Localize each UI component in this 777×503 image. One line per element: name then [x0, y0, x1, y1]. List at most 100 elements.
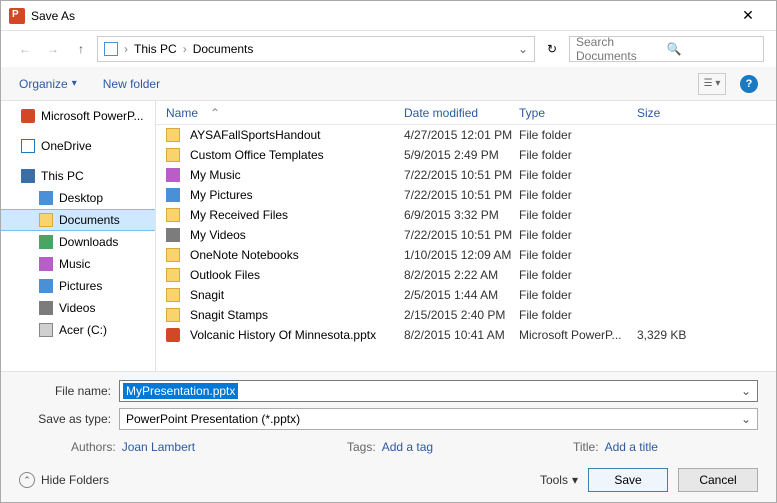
help-button[interactable]: ?: [740, 75, 758, 93]
tree-item[interactable]: Pictures: [1, 275, 155, 297]
list-header[interactable]: Name Date modified Type Size: [156, 101, 776, 125]
save-as-dialog: Save As ✕ ← → ↑ › This PC › Documents ⌄ …: [0, 0, 777, 503]
dl-icon: [39, 235, 53, 249]
tree-item-label: Videos: [59, 301, 95, 315]
od-icon: [21, 139, 35, 153]
tags-label: Tags:: [347, 440, 376, 454]
header-size[interactable]: Size: [637, 106, 776, 120]
file-type: File folder: [519, 188, 637, 202]
desk-icon: [39, 191, 53, 205]
file-name: Volcanic History Of Minnesota.pptx: [190, 328, 376, 342]
tree-item-label: Documents: [59, 213, 120, 227]
tree-item-label: Pictures: [59, 279, 102, 293]
saveastype-label: Save as type:: [19, 412, 111, 426]
list-item[interactable]: Custom Office Templates5/9/2015 2:49 PMF…: [156, 145, 776, 165]
file-name: Snagit: [190, 288, 224, 302]
breadcrumb[interactable]: › This PC › Documents ⌄: [97, 36, 535, 62]
filename-label: File name:: [19, 384, 111, 398]
chevron-down-icon[interactable]: ⌄: [737, 412, 755, 426]
tree-item[interactable]: Desktop: [1, 187, 155, 209]
file-name: My Pictures: [190, 188, 253, 202]
chevron-right-icon: ›: [179, 42, 191, 56]
tags-value[interactable]: Add a tag: [382, 440, 433, 454]
file-type: File folder: [519, 268, 637, 282]
list-item[interactable]: My Pictures 7/22/2015 10:51 PMFile folder: [156, 185, 776, 205]
search-placeholder: Search Documents: [576, 35, 667, 63]
tree-item[interactable]: OneDrive: [1, 135, 155, 157]
file-type: File folder: [519, 148, 637, 162]
folder-icon: [104, 42, 118, 56]
refresh-button[interactable]: ↻: [539, 36, 565, 62]
folder-icon: [166, 248, 180, 262]
pic-icon: [166, 188, 180, 202]
list-item[interactable]: My Music7/22/2015 10:51 PMFile folder: [156, 165, 776, 185]
tree-item-label: Downloads: [59, 235, 118, 249]
tree-item[interactable]: Music: [1, 253, 155, 275]
forward-button[interactable]: →: [41, 37, 65, 61]
list-item[interactable]: OneNote Notebooks1/10/2015 12:09 AMFile …: [156, 245, 776, 265]
nav-tree[interactable]: Microsoft PowerP... OneDrive This PC Deskto…: [1, 101, 156, 371]
powerpoint-icon: [9, 8, 25, 24]
tree-item-label: OneDrive: [41, 139, 92, 153]
tree-item[interactable]: Videos: [1, 297, 155, 319]
view-options-button[interactable]: ☰ ▾: [698, 73, 726, 95]
list-item[interactable]: Snagit2/5/2015 1:44 AMFile folder: [156, 285, 776, 305]
chevron-down-icon[interactable]: ⌄: [737, 384, 755, 398]
tree-item[interactable]: Microsoft PowerP...: [1, 105, 155, 127]
file-name: My Videos: [190, 228, 246, 242]
toolbar: Organize ▾ New folder ☰ ▾ ?: [1, 67, 776, 101]
tree-item-label: Music: [59, 257, 90, 271]
tree-item-label: This PC: [41, 169, 84, 183]
tree-item[interactable]: This PC: [1, 165, 155, 187]
footer: ⌃ Hide Folders Tools ▾ Save Cancel: [1, 464, 776, 502]
folder-icon: [166, 128, 180, 142]
cancel-button[interactable]: Cancel: [678, 468, 758, 492]
pp-icon: [21, 109, 35, 123]
file-size: 3,329 KB: [637, 328, 776, 342]
filename-input[interactable]: MyPresentation.pptx ⌄: [119, 380, 758, 402]
save-button[interactable]: Save: [588, 468, 668, 492]
new-folder-button[interactable]: New folder: [103, 77, 160, 91]
file-date: 1/10/2015 12:09 AM: [404, 248, 519, 262]
tree-item[interactable]: Downloads: [1, 231, 155, 253]
breadcrumb-dropdown-icon[interactable]: ⌄: [518, 42, 528, 56]
list-item[interactable]: Volcanic History Of Minnesota.pptx8/2/20…: [156, 325, 776, 345]
file-type: File folder: [519, 248, 637, 262]
breadcrumb-pc[interactable]: This PC: [134, 42, 177, 56]
search-input[interactable]: Search Documents 🔍: [569, 36, 764, 62]
authors-value[interactable]: Joan Lambert: [122, 440, 195, 454]
close-button[interactable]: ✕: [728, 7, 768, 24]
hide-folders-button[interactable]: ⌃ Hide Folders: [19, 472, 109, 488]
list-item[interactable]: My Received Files6/9/2015 3:32 PMFile fo…: [156, 205, 776, 225]
up-button[interactable]: ↑: [69, 37, 93, 61]
list-item[interactable]: Outlook Files8/2/2015 2:22 AMFile folder: [156, 265, 776, 285]
file-date: 7/22/2015 10:51 PM: [404, 228, 519, 242]
list-item[interactable]: Snagit Stamps2/15/2015 2:40 PMFile folde…: [156, 305, 776, 325]
back-button[interactable]: ←: [13, 37, 37, 61]
folder-icon: [166, 308, 180, 322]
tree-item[interactable]: Documents: [1, 209, 155, 231]
tree-item[interactable]: Acer (C:): [1, 319, 155, 341]
saveastype-select[interactable]: PowerPoint Presentation (*.pptx) ⌄: [119, 408, 758, 430]
title-value[interactable]: Add a title: [605, 440, 658, 454]
folder-icon: [166, 208, 180, 222]
file-name: Outlook Files: [190, 268, 260, 282]
breadcrumb-folder[interactable]: Documents: [193, 42, 254, 56]
list-item[interactable]: AYSAFallSportsHandout4/27/2015 12:01 PMF…: [156, 125, 776, 145]
header-type[interactable]: Type: [519, 106, 637, 120]
bottom-panel: File name: MyPresentation.pptx ⌄ Save as…: [1, 372, 776, 464]
header-name[interactable]: Name: [156, 106, 404, 120]
search-icon: 🔍: [667, 42, 758, 56]
file-date: 7/22/2015 10:51 PM: [404, 188, 519, 202]
list-item[interactable]: My Videos7/22/2015 10:51 PMFile folder: [156, 225, 776, 245]
file-type: File folder: [519, 128, 637, 142]
organize-button[interactable]: Organize ▾: [19, 77, 77, 91]
window-title: Save As: [31, 9, 728, 23]
chevron-up-icon: ⌃: [19, 472, 35, 488]
chevron-down-icon: ▾: [72, 78, 77, 89]
title-label: Title:: [573, 440, 599, 454]
file-name: My Received Files: [190, 208, 288, 222]
header-date[interactable]: Date modified: [404, 106, 519, 120]
tools-button[interactable]: Tools ▾: [540, 473, 578, 487]
file-name: AYSAFallSportsHandout: [190, 128, 321, 142]
